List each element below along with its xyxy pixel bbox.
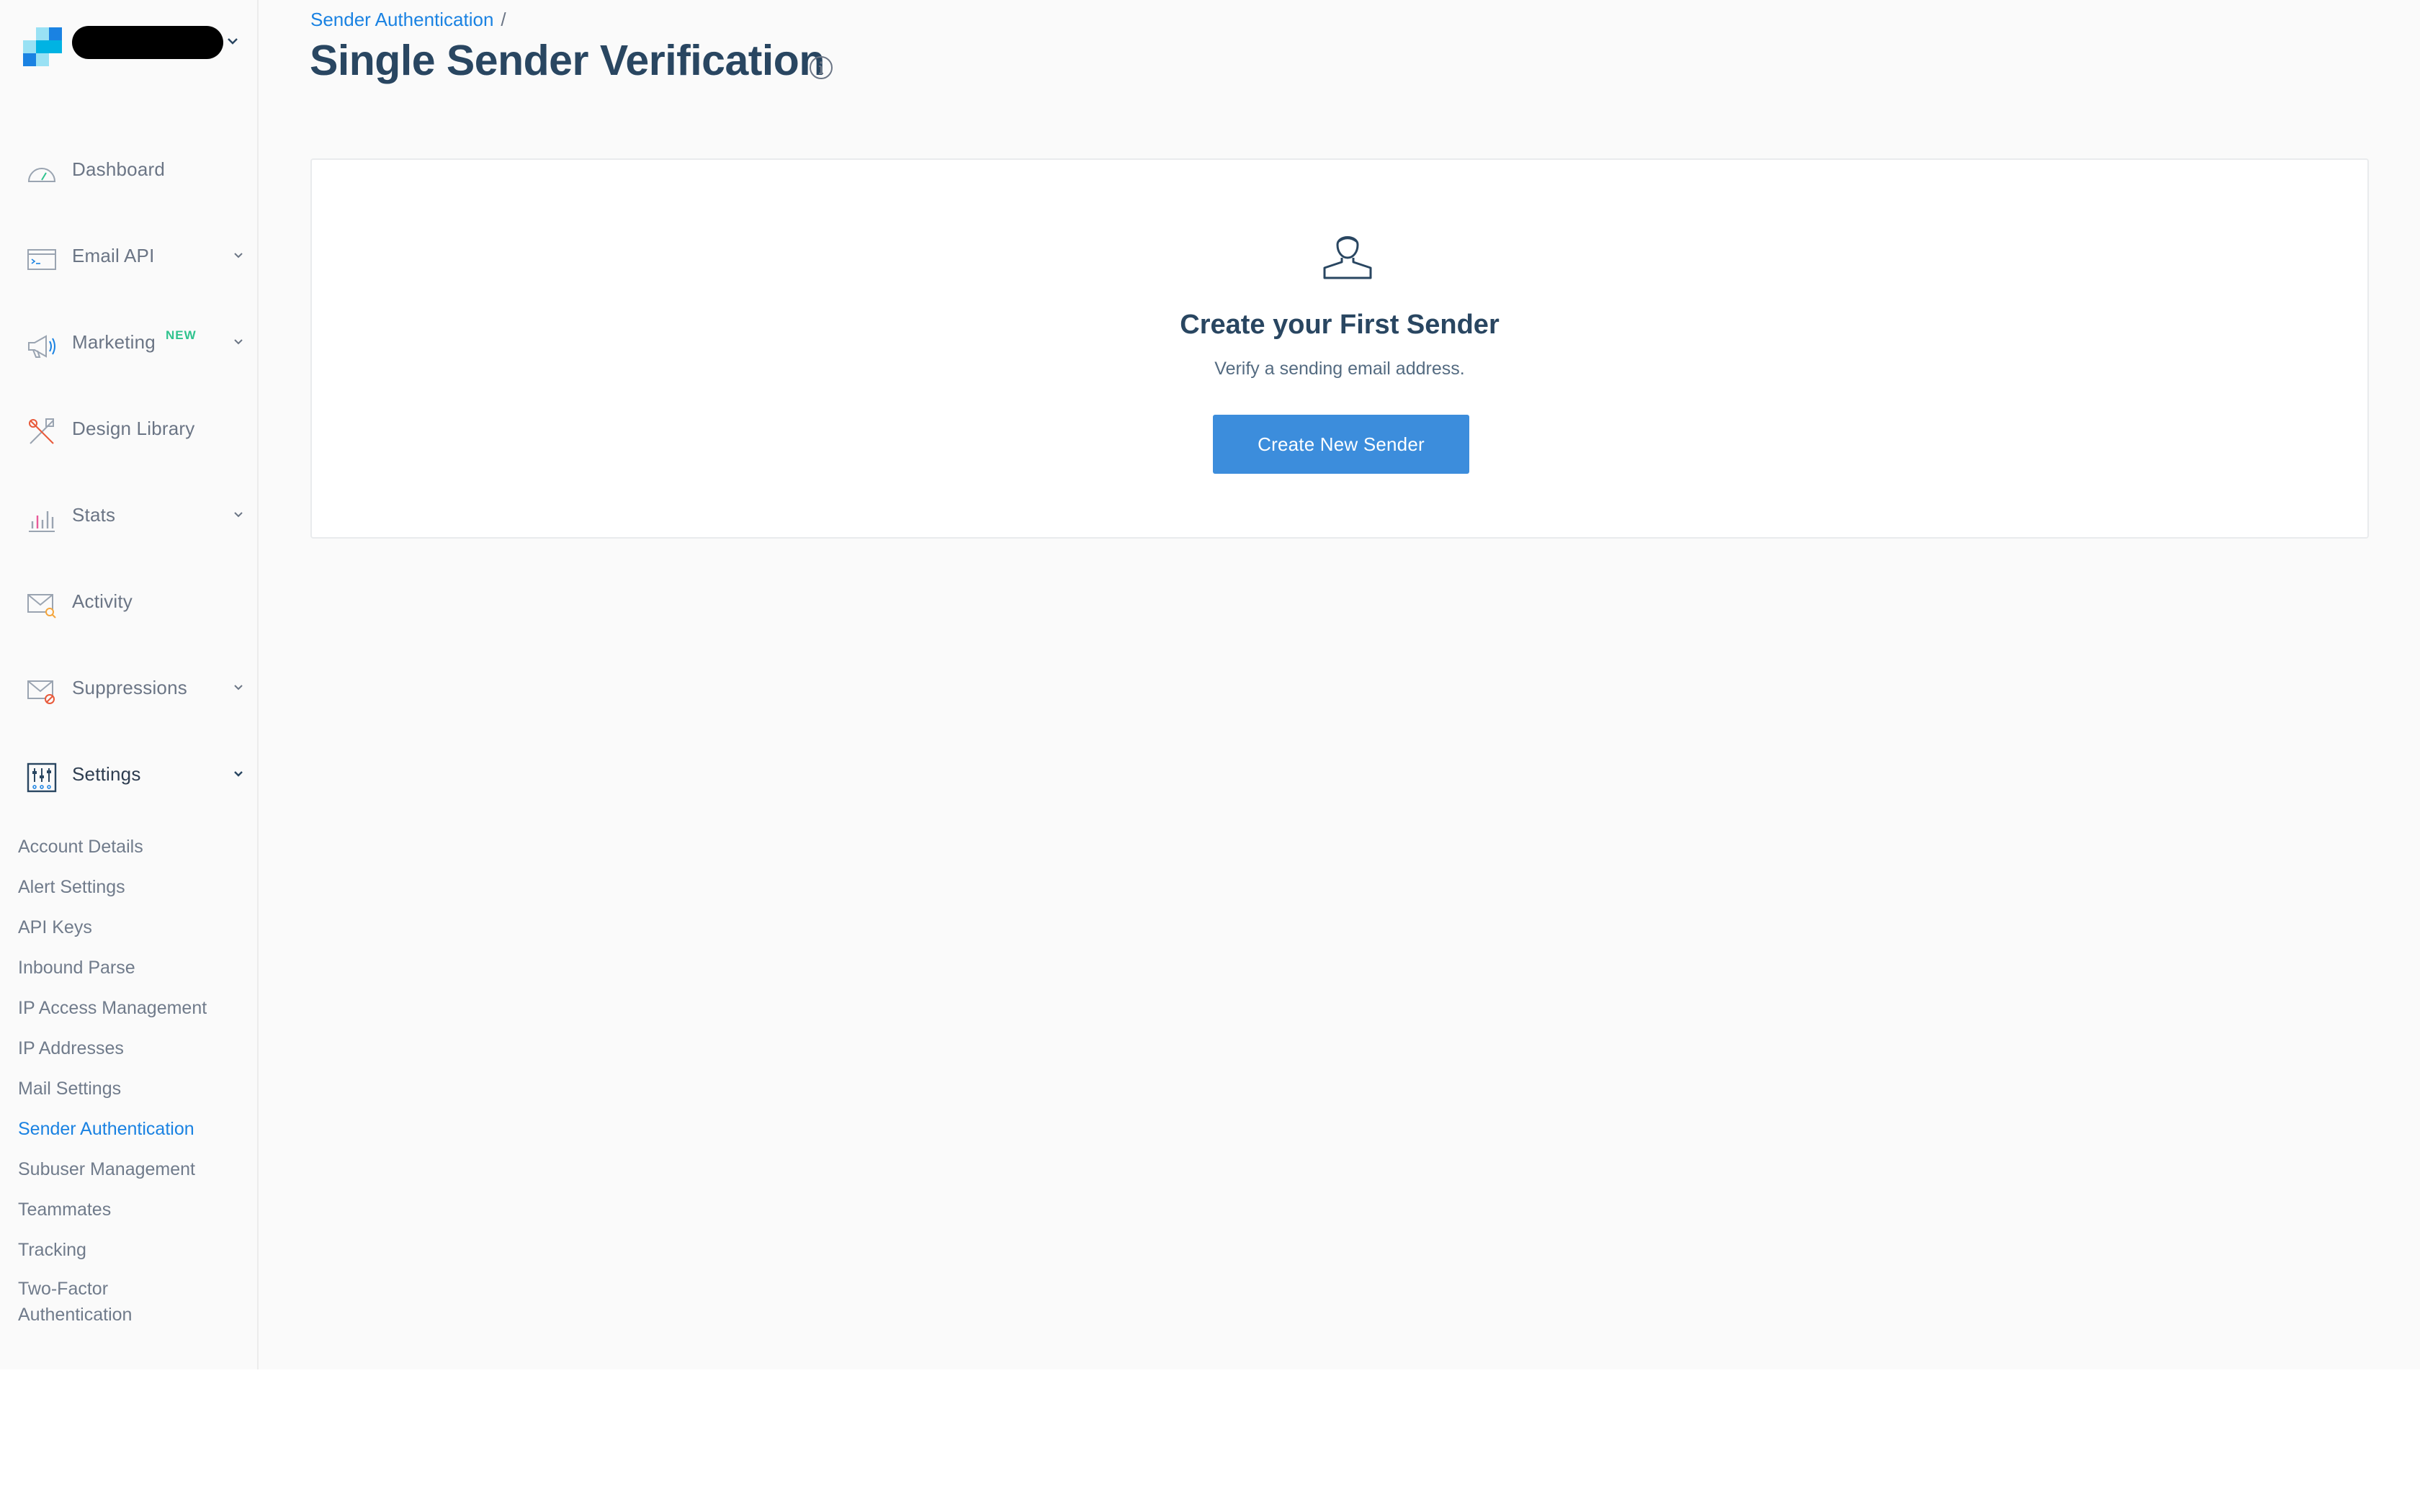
subnav-item-api-keys[interactable]: API Keys [0,907,259,948]
sidebar: Dashboard Email API Marketing NEW Design… [0,0,259,1369]
new-badge: NEW [166,328,197,342]
sidebar-item-email-api[interactable]: Email API [0,213,259,300]
sidebar-item-label: Design Library [72,418,195,439]
chevron-down-icon[interactable] [232,251,245,261]
sidebar-item-label: Suppressions [72,677,187,698]
megaphone-icon [28,335,55,358]
chevron-down-icon[interactable] [232,683,245,693]
settings-sliders-icon [27,762,57,793]
sidebar-item-activity[interactable]: Activity [0,559,259,645]
info-circle-icon[interactable] [808,55,834,81]
bar-chart-icon [29,511,55,532]
account-name-redacted[interactable] [72,26,223,59]
subnav-item-account-details[interactable]: Account Details [0,827,259,867]
chevron-down-icon[interactable] [232,769,245,779]
page-title: Single Sender Verification [310,37,825,84]
subnav-item-sender-authentication[interactable]: Sender Authentication [0,1109,259,1149]
breadcrumb-separator: / [501,9,506,30]
sidebar-item-settings[interactable]: Settings [0,732,259,818]
breadcrumb: Sender Authentication / [310,9,506,31]
empty-state-subtitle: Verify a sending email address. [1214,359,1465,379]
envelope-blocked-icon [27,680,55,704]
account-switcher[interactable] [23,24,239,68]
sidebar-item-design-library[interactable]: Design Library [0,386,259,472]
create-new-sender-button[interactable]: Create New Sender [1213,415,1469,474]
user-person-icon [1323,236,1372,279]
subnav-item-tracking[interactable]: Tracking [0,1230,259,1270]
main-content: Sender Authentication / Single Sender Ver… [259,0,2420,1369]
sidebar-item-suppressions[interactable]: Suppressions [0,645,259,732]
sidebar-item-dashboard[interactable]: Dashboard [0,127,259,213]
terminal-window-icon [27,249,56,270]
subnav-item-ip-access-management[interactable]: IP Access Management [0,988,259,1028]
sendgrid-logo-icon [23,27,62,66]
subnav-item-ip-addresses[interactable]: IP Addresses [0,1028,259,1068]
sidebar-item-label: Activity [72,590,133,612]
subnav-item-teammates[interactable]: Teammates [0,1189,259,1230]
sidebar-item-label: Dashboard [72,158,165,180]
subnav-item-subuser-management[interactable]: Subuser Management [0,1149,259,1189]
sidebar-item-label: Email API [72,245,155,266]
empty-state-card: Create your First Sender Verify a sendin… [310,158,2369,539]
subnav-item-alert-settings[interactable]: Alert Settings [0,867,259,907]
dashboard-gauge-icon [27,168,56,182]
sidebar-item-stats[interactable]: Stats [0,472,259,559]
design-tools-icon [29,418,54,444]
subnav-item-inbound-parse[interactable]: Inbound Parse [0,948,259,988]
chevron-down-icon[interactable] [232,510,245,520]
sidebar-nav: Dashboard Email API Marketing NEW Design… [0,127,259,818]
settings-subnav: Account Details Alert Settings API Keys … [0,827,259,1328]
app-window: Dashboard Email API Marketing NEW Design… [0,0,2420,1369]
subnav-item-two-factor-authentication[interactable]: Two-Factor Authentication [0,1270,216,1328]
sidebar-item-marketing[interactable]: Marketing NEW [0,300,259,386]
breadcrumb-link-sender-authentication[interactable]: Sender Authentication [310,9,493,30]
sidebar-item-label: Marketing [72,331,156,353]
sidebar-item-label: Stats [72,504,116,526]
chevron-down-icon[interactable] [232,337,245,347]
subnav-item-mail-settings[interactable]: Mail Settings [0,1068,259,1109]
sidebar-item-label: Settings [72,763,141,785]
envelope-search-icon [27,594,56,618]
chevron-down-icon [228,38,238,45]
empty-state-title: Create your First Sender [1180,310,1500,340]
